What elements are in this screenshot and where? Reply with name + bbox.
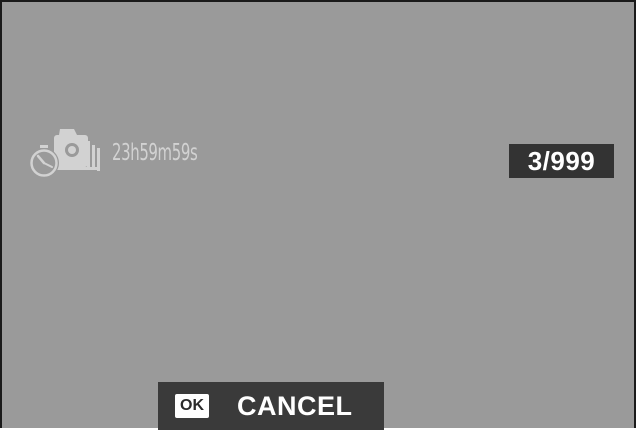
cancel-button[interactable]: OK CANCEL [158,382,384,430]
interval-shooting-status: 23h59m59s [28,123,231,183]
camera-display: 23h59m59s 3/999 OK CANCEL [0,0,636,430]
cancel-label: CANCEL [237,390,353,421]
ok-key-icon: OK [175,394,209,418]
countdown-timer: 23h59m59s [112,140,198,166]
frame-counter: 3/999 [509,144,614,178]
interval-timer-shooting-icon [28,123,100,183]
